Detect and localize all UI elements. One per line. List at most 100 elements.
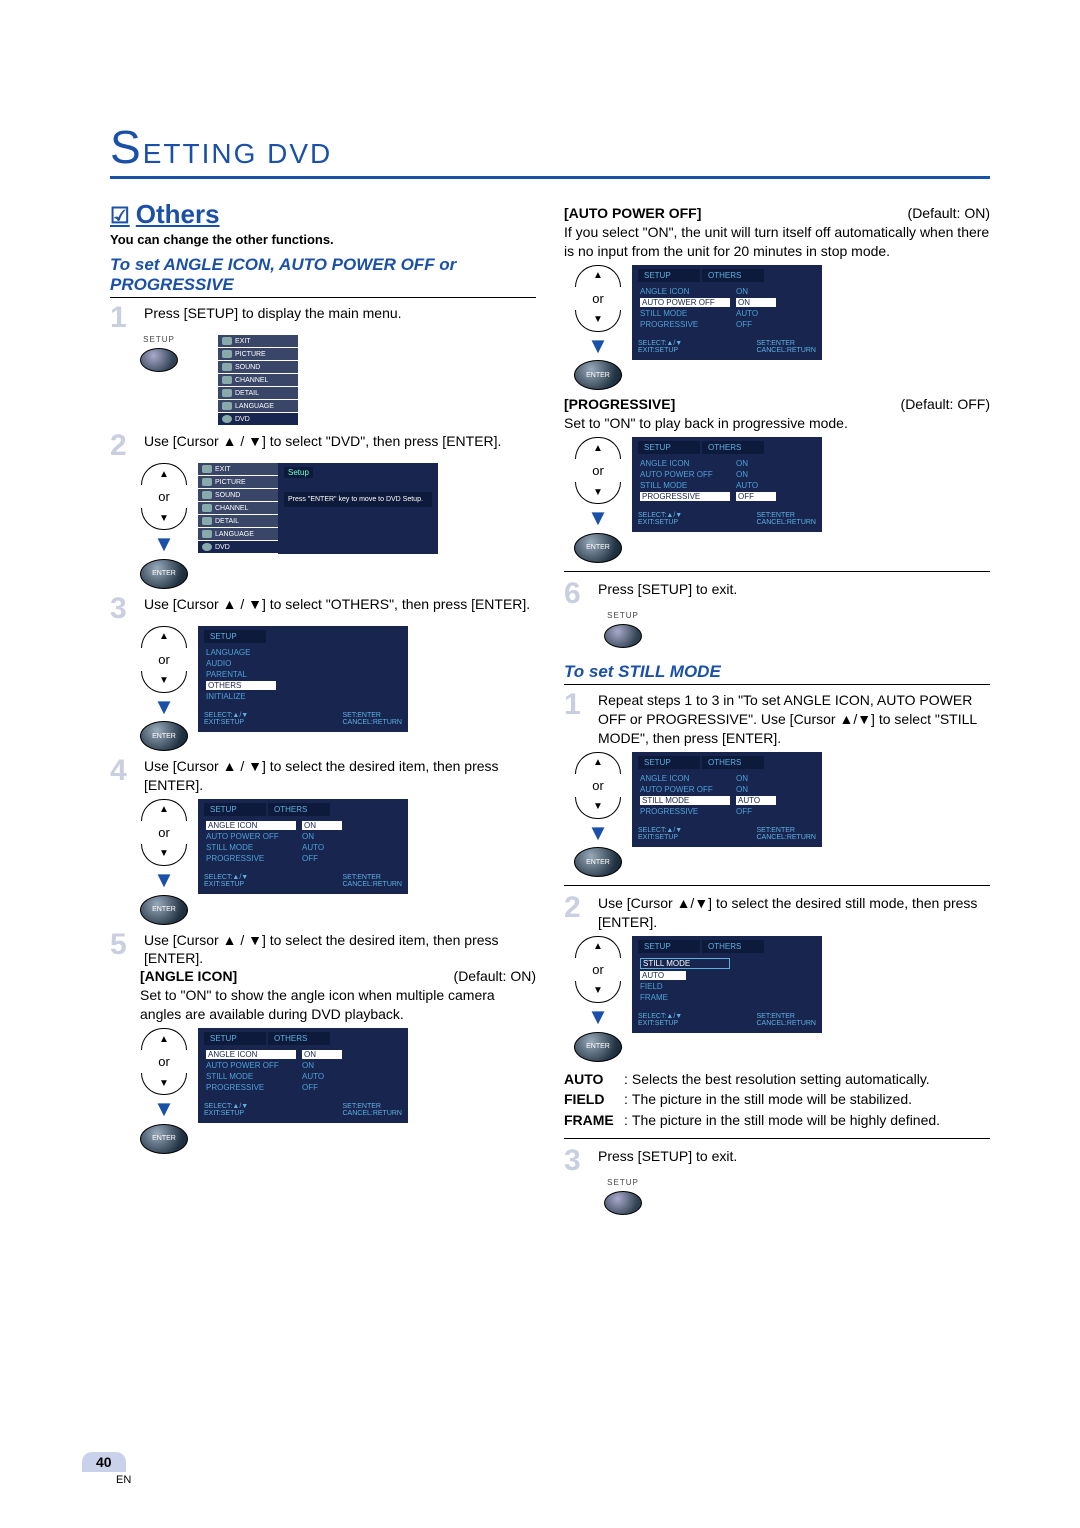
setup-tab-picture[interactable]: PICTURE	[198, 476, 278, 488]
osd-row[interactable]: ANGLE ICONON	[638, 773, 816, 784]
enter-hw-button[interactable]: ENTER	[140, 721, 188, 751]
prog-name: [PROGRESSIVE]	[564, 396, 675, 412]
osd-row[interactable]: PROGRESSIVEOFF	[204, 1082, 402, 1093]
stepr1-illus: ▲ or ▼ ▼ ENTER SETUP OTHERS ANGLE ICONON…	[574, 752, 990, 878]
cursor-down-button[interactable]: ▼	[575, 981, 621, 1003]
cursor-down-button[interactable]: ▼	[141, 1073, 187, 1095]
enter-hw-button[interactable]: ENTER	[140, 559, 188, 589]
list-item[interactable]: AUDIO	[204, 658, 402, 669]
cursor-enter-group: ▲ or ▼ ▼ ENTER	[574, 437, 622, 563]
setup-hw-button[interactable]	[604, 1191, 642, 1215]
list-item[interactable]: FIELD	[638, 981, 816, 992]
subhead-still-mode: To set STILL MODE	[564, 662, 990, 685]
setup-button-group: SETUP	[604, 611, 642, 648]
cursor-down-button[interactable]: ▼	[141, 671, 187, 693]
right-column: [AUTO POWER OFF] (Default: ON) If you se…	[564, 193, 990, 1221]
cursor-down-button[interactable]: ▼	[141, 844, 187, 866]
cursor-up-button[interactable]: ▲	[141, 799, 187, 821]
step-text: Press [SETUP] to exit.	[598, 1147, 990, 1174]
cursor-down-button[interactable]: ▼	[141, 508, 187, 530]
osd-setup-list: SETUP LANGUAGE AUDIO PARENTAL OTHERS INI…	[198, 626, 408, 732]
osd-row[interactable]: PROGRESSIVEOFF	[638, 319, 816, 330]
enter-hw-button[interactable]: ENTER	[140, 895, 188, 925]
osd-row[interactable]: STILL MODEAUTO	[204, 1071, 402, 1082]
osd-footer: SELECT:▲/▼EXIT:SETUP SET:ENTERCANCEL:RET…	[204, 874, 402, 888]
arrow-down-icon: ▼	[587, 337, 609, 355]
list-item-selected[interactable]: OTHERS	[204, 680, 402, 691]
osd-row[interactable]: PROGRESSIVEOFF	[638, 806, 816, 817]
setup-tab-picture[interactable]: PICTURE	[218, 348, 298, 360]
or-text: or	[592, 463, 604, 478]
list-item-selected[interactable]: AUTO	[638, 970, 816, 981]
setup-label: SETUP	[607, 1178, 639, 1187]
setup-tab-sound[interactable]: SOUND	[218, 361, 298, 373]
setup-tab-dvd[interactable]: DVD	[198, 541, 278, 553]
setup-tab-sound[interactable]: SOUND	[198, 489, 278, 501]
cursor-up-button[interactable]: ▲	[141, 463, 187, 485]
setup-hw-button[interactable]	[140, 348, 178, 372]
setup-tab-detail[interactable]: DETAIL	[218, 387, 298, 399]
cursor-up-button[interactable]: ▲	[575, 752, 621, 774]
setup-tab-dvd[interactable]: DVD	[218, 413, 298, 425]
cursor-down-button[interactable]: ▼	[575, 310, 621, 332]
osd-row[interactable]: ANGLE ICONON	[638, 286, 816, 297]
setup-tab-channel[interactable]: CHANNEL	[198, 502, 278, 514]
osd-row[interactable]: STILL MODEAUTO	[204, 842, 402, 853]
osd-row[interactable]: STILL MODEAUTO	[638, 308, 816, 319]
step-number: 1	[110, 304, 138, 331]
list-item[interactable]: FRAME	[638, 992, 816, 1003]
osd-row[interactable]: AUTO POWER OFFON	[638, 784, 816, 795]
cursor-up-button[interactable]: ▲	[575, 265, 621, 287]
osd-others: SETUP OTHERS ANGLE ICONON AUTO POWER OFF…	[198, 799, 408, 894]
cursor-up-button[interactable]: ▲	[141, 626, 187, 648]
setup-tab-exit[interactable]: EXIT	[198, 463, 278, 475]
enter-hw-button[interactable]: ENTER	[574, 360, 622, 390]
arrow-down-icon: ▼	[153, 698, 175, 716]
setup-tab-exit[interactable]: EXIT	[218, 335, 298, 347]
osd-row[interactable]: PROGRESSIVEOFF	[204, 853, 402, 864]
osd-row[interactable]: PROGRESSIVEOFF	[638, 491, 816, 502]
step3-illus: ▲ or ▼ ▼ ENTER SETUP LANGUAGE AUDIO PARE…	[140, 626, 536, 752]
step-text: Press [SETUP] to display the main menu.	[144, 304, 536, 331]
or-text: or	[592, 291, 604, 306]
enter-hw-button[interactable]: ENTER	[140, 1124, 188, 1154]
setup-tab-language[interactable]: LANGUAGE	[218, 400, 298, 412]
osd-footer: SELECT:▲/▼EXIT:SETUP SET:ENTERCANCEL:RET…	[638, 512, 816, 526]
page-language: EN	[116, 1474, 131, 1486]
section-blurb: You can change the other functions.	[110, 232, 536, 247]
osd-row[interactable]: ANGLE ICONON	[204, 1049, 402, 1060]
step-text: Use [Cursor ▲ / ▼] to select the desired…	[144, 757, 536, 795]
osd-row[interactable]: AUTO POWER OFFON	[638, 469, 816, 480]
osd-row[interactable]: AUTO POWER OFFON	[204, 831, 402, 842]
enter-hw-button[interactable]: ENTER	[574, 533, 622, 563]
osd-row[interactable]: AUTO POWER OFFON	[638, 297, 816, 308]
osd-row[interactable]: STILL MODEAUTO	[638, 795, 816, 806]
osd-row[interactable]: STILL MODEAUTO	[638, 480, 816, 491]
osd-tab-others: OTHERS	[702, 940, 764, 953]
osd-row[interactable]: AUTO POWER OFFON	[204, 1060, 402, 1071]
cursor-up-button[interactable]: ▲	[141, 1028, 187, 1050]
osd-tab-setup: SETUP	[204, 1032, 266, 1045]
cursor-up-button[interactable]: ▲	[575, 437, 621, 459]
step-5: 5 Use [Cursor ▲ / ▼] to select the desir…	[110, 931, 536, 969]
list-item[interactable]: PARENTAL	[204, 669, 402, 680]
step-text: Press [SETUP] to exit.	[598, 580, 990, 607]
list-item[interactable]: LANGUAGE	[204, 647, 402, 658]
list-item[interactable]: INITIALIZE	[204, 691, 402, 702]
enter-hw-button[interactable]: ENTER	[574, 847, 622, 877]
osd-row[interactable]: ANGLE ICONON	[204, 820, 402, 831]
setup-tab-channel[interactable]: CHANNEL	[218, 374, 298, 386]
setup-tab-language[interactable]: LANGUAGE	[198, 528, 278, 540]
subhead-progressive: To set ANGLE ICON, AUTO POWER OFF or PRO…	[110, 255, 536, 298]
setup-label: SETUP	[607, 611, 639, 620]
setup-hw-button[interactable]	[604, 624, 642, 648]
prog-desc: Set to "ON" to play back in progressive …	[564, 414, 990, 433]
auto-power-off-head: [AUTO POWER OFF] (Default: ON)	[564, 205, 990, 221]
cursor-down-button[interactable]: ▼	[575, 482, 621, 504]
setup-tab-detail[interactable]: DETAIL	[198, 515, 278, 527]
enter-hw-button[interactable]: ENTER	[574, 1032, 622, 1062]
cursor-up-button[interactable]: ▲	[575, 936, 621, 958]
osd-row[interactable]: ANGLE ICONON	[638, 458, 816, 469]
step-2: 2 Use [Cursor ▲ / ▼] to select "DVD", th…	[110, 432, 536, 459]
cursor-down-button[interactable]: ▼	[575, 797, 621, 819]
